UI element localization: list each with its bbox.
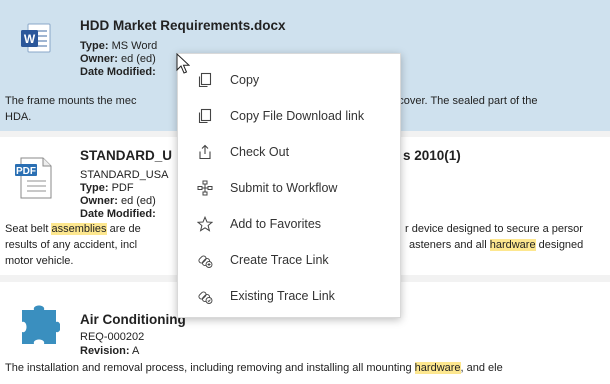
svg-text:PDF: PDF xyxy=(16,166,36,177)
result-title[interactable]: HDD Market Requirements.docx xyxy=(80,18,286,33)
search-highlight: assemblies xyxy=(51,223,107,235)
menu-item-check-out[interactable]: Check Out xyxy=(178,137,400,167)
result-owner: Owner: ed (ed) xyxy=(80,53,156,65)
context-menu: Copy Copy File Download link Check Out S… xyxy=(177,53,401,318)
result-revision: Revision: A xyxy=(80,345,140,357)
star-icon xyxy=(178,216,230,232)
svg-text:W: W xyxy=(24,32,36,46)
word-document-icon: W xyxy=(20,22,52,59)
result-type: Type: PDF xyxy=(80,182,134,194)
result-subtitle: REQ-000202 xyxy=(80,331,145,343)
create-trace-link-icon xyxy=(178,252,230,268)
result-type: Type: MS Word xyxy=(80,40,158,52)
workflow-icon xyxy=(178,180,230,196)
result-title[interactable]: Air Conditioning xyxy=(80,312,186,327)
result-snippet: The installation and removal process, in… xyxy=(5,362,503,374)
menu-item-create-trace-link[interactable]: Create Trace Link xyxy=(178,245,400,275)
existing-trace-link-icon xyxy=(178,288,230,304)
copy-link-icon xyxy=(178,108,230,124)
menu-item-submit-to-workflow[interactable]: Submit to Workflow xyxy=(178,173,400,203)
pdf-document-icon: PDF xyxy=(15,157,53,204)
result-title[interactable]: STANDARD_U xyxy=(80,148,172,163)
result-owner: Owner: ed (ed) xyxy=(80,195,156,207)
result-date-modified: Date Modified: xyxy=(80,208,156,220)
menu-item-add-to-favorites[interactable]: Add to Favorites xyxy=(178,209,400,239)
check-out-icon xyxy=(178,144,230,160)
result-subtitle: STANDARD_USA xyxy=(80,169,169,181)
menu-item-existing-trace-link[interactable]: Existing Trace Link xyxy=(178,281,400,311)
menu-item-copy-file-download-link[interactable]: Copy File Download link xyxy=(178,101,400,131)
search-highlight: hardware xyxy=(414,362,461,374)
search-highlight: hardware xyxy=(489,239,536,251)
puzzle-piece-icon xyxy=(20,302,61,351)
mouse-pointer-icon xyxy=(176,52,191,80)
result-date-modified: Date Modified: xyxy=(80,66,156,78)
menu-item-copy[interactable]: Copy xyxy=(178,65,400,95)
result-title-continued[interactable]: s 2010(1) xyxy=(403,148,461,163)
